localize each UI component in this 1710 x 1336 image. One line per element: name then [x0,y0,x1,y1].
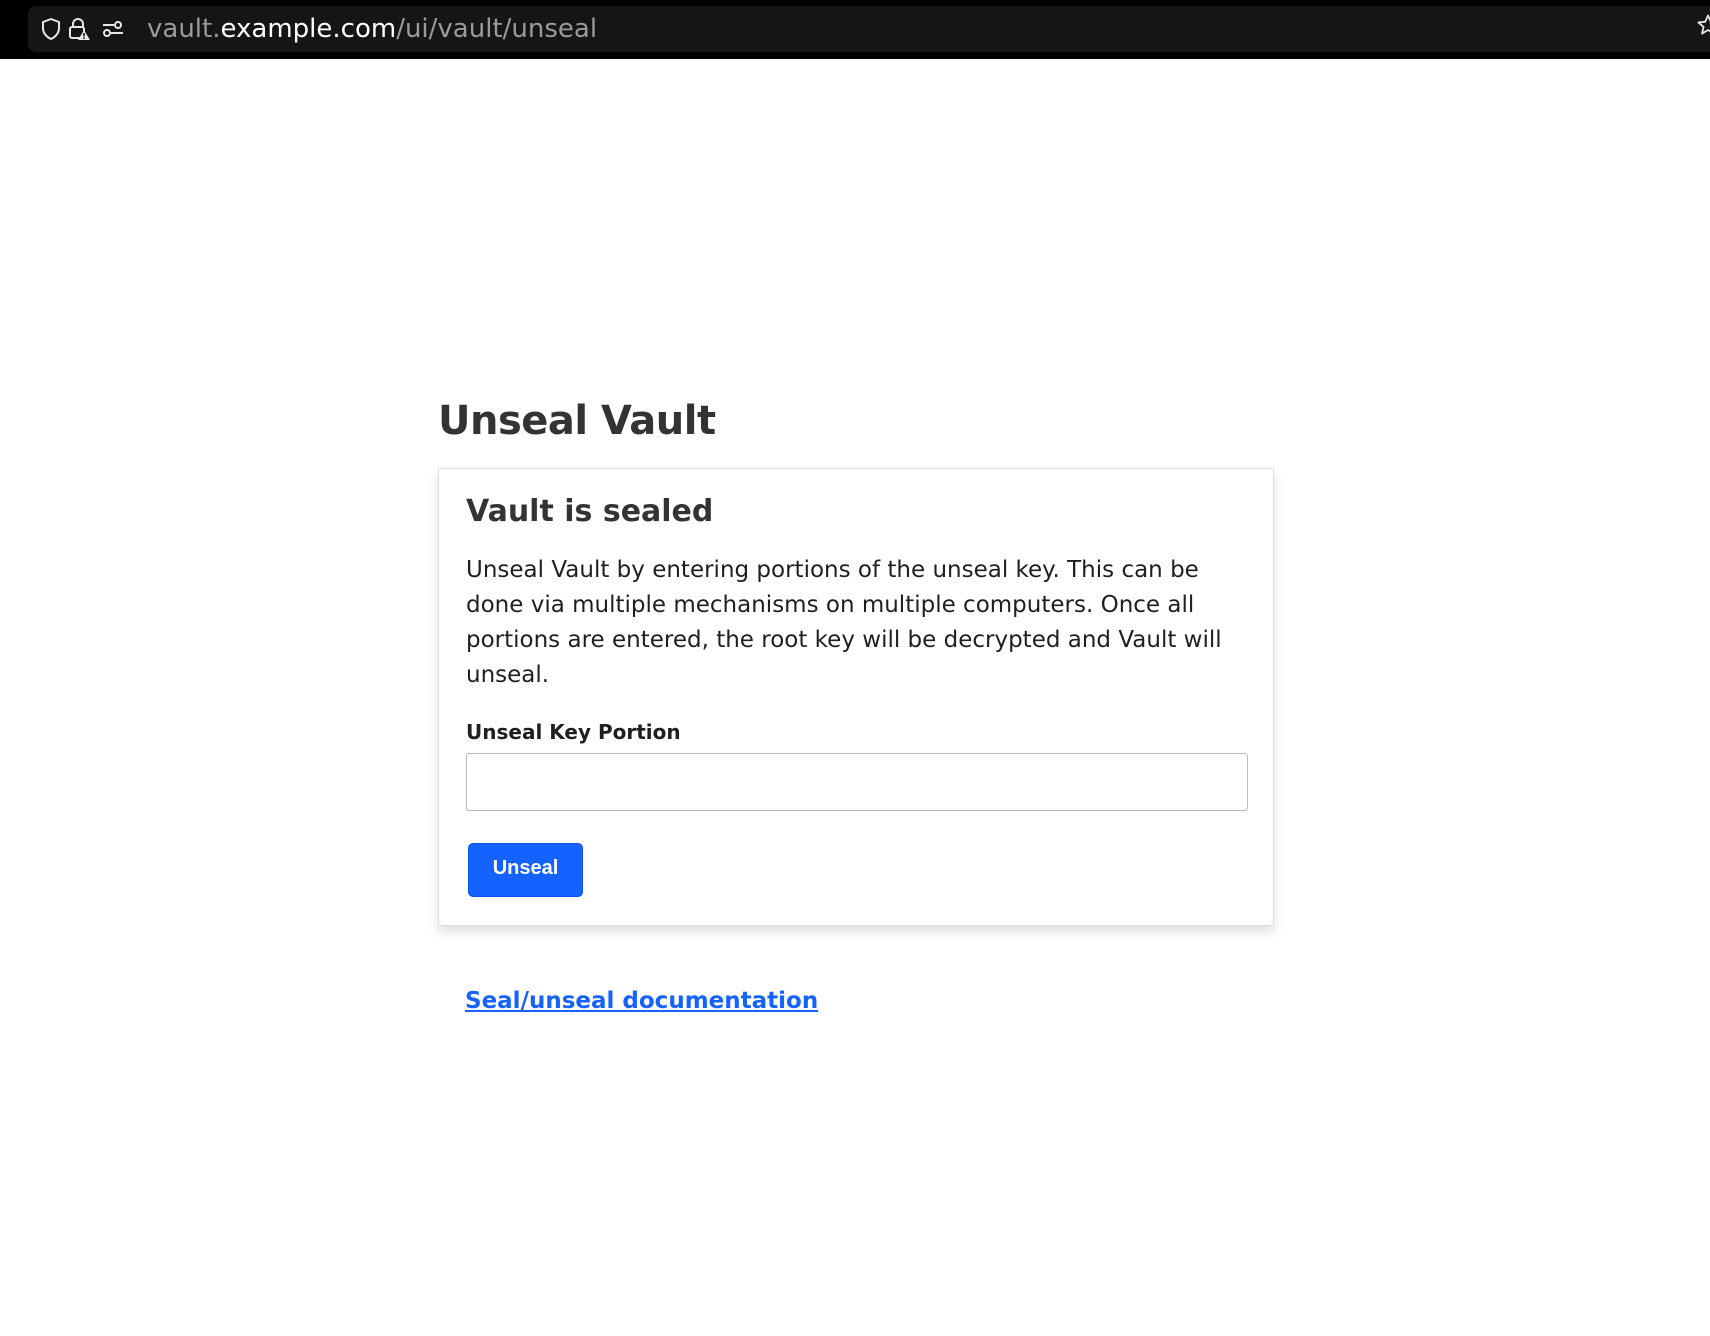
unseal-button[interactable]: Unseal [468,843,583,897]
page-settings-icon[interactable] [99,6,127,52]
unseal-key-label: Unseal Key Portion [466,720,681,744]
url-text[interactable]: vault.example.com/ui/vault/unseal [147,6,597,52]
card-description: Unseal Vault by entering portions of the… [466,557,1222,688]
shield-icon[interactable] [37,6,65,52]
unseal-key-input[interactable] [466,753,1248,811]
browser-toolbar: vault.example.com/ui/vault/unseal [0,0,1710,59]
lock-warning-icon[interactable] [65,6,93,52]
page-title: Unseal Vault [438,398,716,444]
url-path: /ui/vault/unseal [396,14,598,44]
card-heading: Vault is sealed [466,494,714,529]
url-host: example.com [220,14,397,44]
url-prefix: vault. [147,14,221,44]
star-icon[interactable] [1697,14,1710,36]
address-bar[interactable]: vault.example.com/ui/vault/unseal [28,6,1710,52]
seal-unseal-documentation-link[interactable]: Seal/unseal documentation [465,988,818,1014]
unseal-card: Vault is sealed Unseal Vault by entering… [438,468,1274,926]
